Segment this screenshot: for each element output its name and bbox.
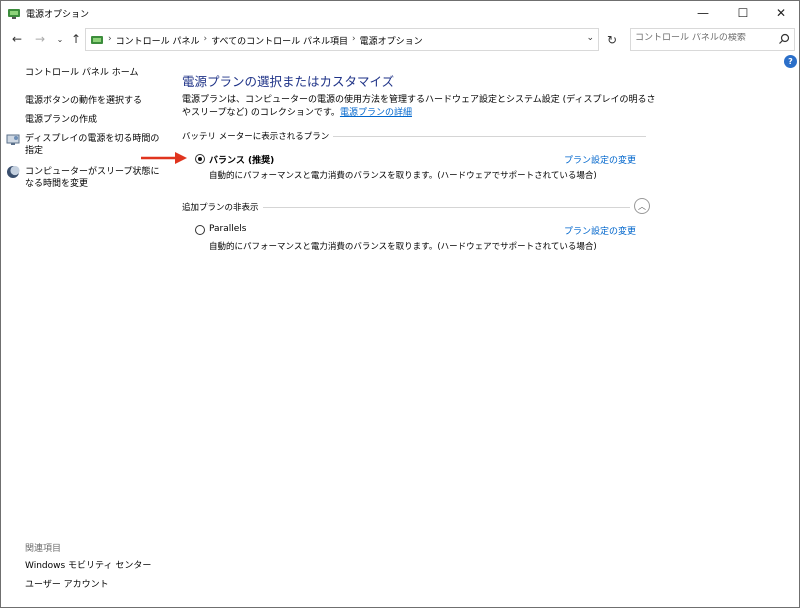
breadcrumb-control-panel[interactable]: コントロール パネル — [116, 34, 200, 47]
search-input[interactable] — [635, 33, 773, 43]
breadcrumb-separator: › — [108, 34, 112, 44]
balanced-plan-description: 自動的にパフォーマンスと電力消費のバランスを取ります。(ハードウェアでサポートさ… — [209, 171, 597, 181]
control-panel-icon — [91, 36, 103, 44]
breadcrumb: › コントロール パネル › すべてのコントロール パネル項目 › 電源オプショ… — [108, 34, 423, 47]
sidebar-item-control-panel-home[interactable]: コントロール パネル ホーム — [25, 67, 138, 79]
sidebar-item-create-power-plan[interactable]: 電源プランの作成 — [25, 114, 97, 126]
search-icon[interactable] — [778, 33, 790, 45]
back-button[interactable]: ← — [8, 30, 26, 48]
balanced-plan-radio[interactable] — [195, 154, 205, 164]
forward-button[interactable]: → — [31, 30, 49, 48]
address-dropdown-button[interactable]: ⌄ — [586, 33, 594, 43]
help-button[interactable]: ? — [784, 55, 797, 68]
minimize-button[interactable]: — — [685, 1, 721, 25]
power-plan-details-link[interactable]: 電源プランの詳細 — [340, 108, 412, 118]
sidebar: コントロール パネル ホーム 電源ボタンの動作を選択する 電源プランの作成 ディ… — [1, 57, 171, 597]
description-text: 電源プランは、コンピューターの電源の使用方法を管理するハードウェア設定とシステム… — [182, 95, 656, 118]
navigation-bar: ← → ⌄ ↑ › コントロール パネル › すべてのコントロール パネル項目 … — [1, 27, 799, 53]
collapse-chevron-up-icon[interactable]: ︿ — [634, 198, 650, 214]
additional-plans-heading: 追加プランの非表示 — [182, 201, 263, 213]
page-description: 電源プランは、コンピューターの電源の使用方法を管理するハードウェア設定とシステム… — [182, 94, 657, 120]
power-options-window: 電源オプション — ☐ ✕ ← → ⌄ ↑ › コントロール パネル › すべて… — [0, 0, 800, 608]
breadcrumb-separator: › — [203, 34, 208, 44]
refresh-button[interactable]: ↻ — [601, 29, 623, 51]
parallels-plan-radio[interactable] — [195, 225, 205, 235]
close-button[interactable]: ✕ — [763, 1, 799, 25]
sidebar-item-user-accounts[interactable]: ユーザー アカウント — [25, 579, 109, 591]
sidebar-item-power-button-behavior[interactable]: 電源ボタンの動作を選択する — [25, 95, 142, 107]
display-settings-icon — [6, 134, 20, 145]
balanced-plan-settings-link[interactable]: プラン設定の変更 — [564, 153, 636, 166]
parallels-plan-settings-link[interactable]: プラン設定の変更 — [564, 224, 636, 237]
breadcrumb-separator: › — [351, 34, 356, 44]
parallels-plan-name[interactable]: Parallels — [209, 224, 246, 234]
title-bar: 電源オプション — ☐ ✕ — [1, 1, 799, 25]
sleep-moon-icon — [7, 165, 20, 178]
parallels-plan-description: 自動的にパフォーマンスと電力消費のバランスを取ります。(ハードウェアでサポートさ… — [209, 242, 597, 252]
page-title: 電源プランの選択またはカスタマイズ — [182, 74, 395, 89]
breadcrumb-power-options[interactable]: 電源オプション — [360, 34, 423, 47]
search-box[interactable] — [630, 28, 795, 51]
breadcrumb-all-items[interactable]: すべてのコントロール パネル項目 — [211, 34, 348, 47]
power-options-app-icon — [8, 9, 20, 19]
battery-meter-plans-heading: バッテリ メーターに表示されるプラン — [182, 130, 334, 142]
sidebar-item-sleep-time[interactable]: コンピューターがスリープ状態になる時間を変更 — [25, 166, 165, 190]
balanced-plan-name[interactable]: バランス (推奨) — [209, 153, 274, 166]
see-also-heading: 関連項目 — [25, 544, 62, 554]
sidebar-item-mobility-center[interactable]: Windows モビリティ センター — [25, 560, 151, 572]
window-title: 電源オプション — [26, 10, 90, 20]
red-arrow-annotation — [141, 152, 187, 164]
up-button[interactable]: ↑ — [67, 30, 85, 48]
maximize-button[interactable]: ☐ — [725, 1, 761, 25]
address-bar[interactable]: › コントロール パネル › すべてのコントロール パネル項目 › 電源オプショ… — [85, 28, 599, 51]
